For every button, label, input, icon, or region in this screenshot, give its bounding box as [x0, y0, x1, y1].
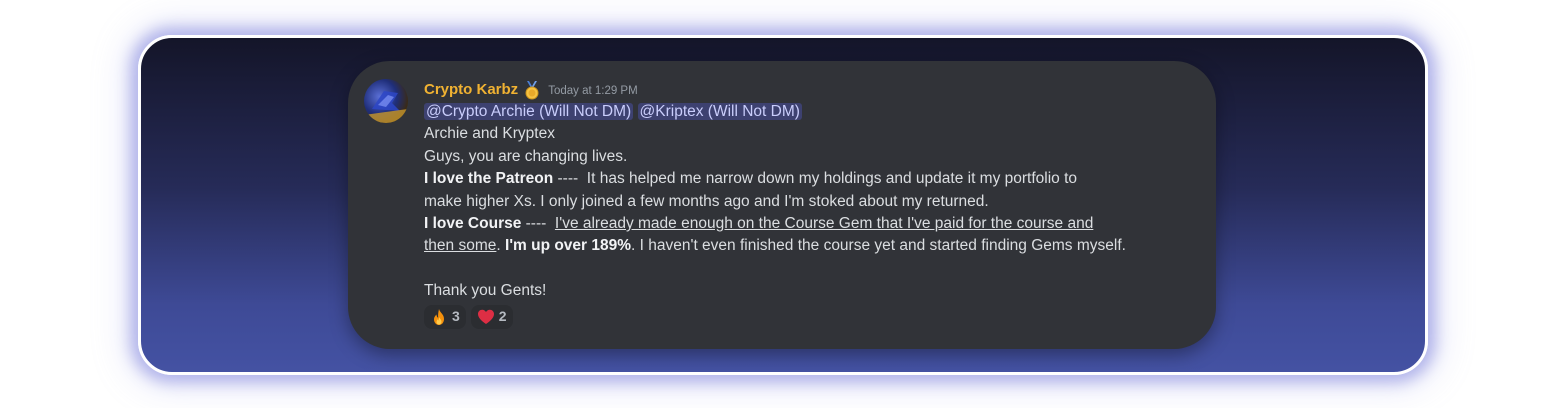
fire-emoji-icon: [430, 308, 448, 326]
reaction-heart[interactable]: 2: [470, 304, 513, 329]
message-line: Archie and Kryptex: [424, 125, 555, 143]
showcase-frame: Crypto Karbz Today at 1:29 PM @Crypto Ar…: [138, 35, 1428, 375]
message-card: Crypto Karbz Today at 1:29 PM @Crypto Ar…: [348, 61, 1216, 349]
course-paragraph-cont: then some. I'm up over 189%. I haven't e…: [424, 235, 1204, 257]
course-tail-text: . I haven't even finished the course yet…: [631, 237, 1126, 255]
message-header: Crypto Karbz Today at 1:29 PM: [424, 79, 1204, 101]
course-heading: I love Course: [424, 215, 522, 233]
patreon-paragraph: I love the Patreon ---- It has helped me…: [424, 168, 1204, 190]
course-underlined-text: I've already made enough on the Course G…: [554, 215, 1094, 233]
user-avatar[interactable]: [364, 79, 408, 123]
message-timestamp: Today at 1:29 PM: [548, 85, 638, 98]
username[interactable]: Crypto Karbz: [424, 79, 518, 101]
course-paragraph: I love Course ---- I've already made eno…: [424, 213, 1204, 235]
reaction-count: 2: [498, 308, 507, 325]
heart-emoji-icon: [477, 308, 495, 326]
course-underlined-text: then some: [424, 237, 497, 255]
message-content: Crypto Karbz Today at 1:29 PM @Crypto Ar…: [424, 79, 1204, 329]
patreon-text: It has helped me narrow down my holdings…: [586, 170, 1078, 188]
reactions-bar: 3 2: [424, 304, 1204, 329]
separator: ----: [521, 215, 555, 233]
separator: ----: [553, 170, 587, 188]
reaction-fire[interactable]: 3: [424, 304, 466, 329]
course-gain-text: I'm up over 189%: [505, 237, 632, 255]
message-line: Guys, you are changing lives.: [424, 147, 628, 165]
patreon-heading: I love the Patreon: [424, 170, 554, 188]
reaction-count: 3: [452, 308, 460, 325]
punctuation: .: [496, 237, 506, 255]
mention-crypto-archie[interactable]: @Crypto Archie (Will Not DM): [424, 103, 634, 120]
medal-icon: [522, 80, 542, 100]
patreon-text-cont: make higher Xs. I only joined a few mont…: [424, 192, 989, 210]
mention-kriptex[interactable]: @Kriptex (Will Not DM): [637, 103, 802, 120]
closing-line: Thank you Gents!: [424, 282, 547, 300]
mentions-line: @Crypto Archie (Will Not DM) @Kriptex (W…: [424, 101, 1204, 123]
